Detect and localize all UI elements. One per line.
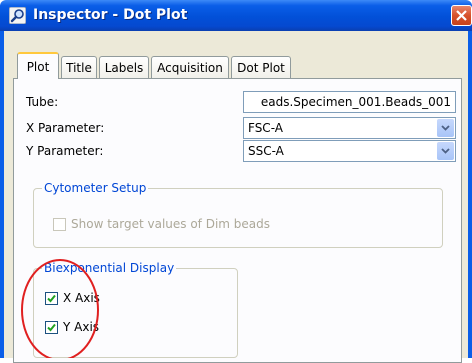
y-parameter-label: Y Parameter: [26,144,104,158]
chevron-down-icon [441,148,450,154]
cytometer-setup-legend: Cytometer Setup [42,181,149,195]
x-parameter-select[interactable]: FSC-A [243,117,456,139]
x-parameter-dropdown-button[interactable] [437,119,454,137]
magnifier-icon [8,6,27,25]
y-parameter-value: SSC-A [248,144,284,158]
title-bar[interactable]: Inspector - Dot Plot [0,0,472,31]
checkmark-icon [47,294,56,303]
tab-acquisition[interactable]: Acquisition [151,56,229,78]
x-axis-checkbox[interactable] [45,292,58,305]
checkmark-icon [47,323,56,332]
x-axis-label: X Axis [63,291,100,305]
biexponential-display-legend: Biexponential Display [42,261,177,275]
tab-plot[interactable]: Plot [17,52,59,79]
close-button[interactable] [451,5,472,26]
window-frame-right [468,31,472,358]
window-frame-left [0,31,4,358]
chevron-down-icon [441,125,450,131]
y-parameter-dropdown-button[interactable] [437,142,454,160]
tube-field[interactable]: eads.Specimen_001.Beads_001 [243,91,456,113]
window-title: Inspector - Dot Plot [33,7,188,23]
tab-labels[interactable]: Labels [99,56,149,78]
y-parameter-select[interactable]: SSC-A [243,140,456,162]
show-target-values-checkbox[interactable] [53,218,66,231]
close-icon [456,10,467,21]
x-parameter-label: X Parameter: [26,121,105,135]
tab-dot-plot[interactable]: Dot Plot [231,56,291,78]
tab-title[interactable]: Title [61,56,97,78]
y-axis-checkbox[interactable] [45,321,58,334]
tube-label: Tube: [26,95,59,109]
show-target-values-label: Show target values of Dim beads [71,217,271,231]
y-axis-label: Y Axis [63,320,100,334]
x-parameter-value: FSC-A [248,121,283,135]
biexponential-display-group [33,268,238,358]
